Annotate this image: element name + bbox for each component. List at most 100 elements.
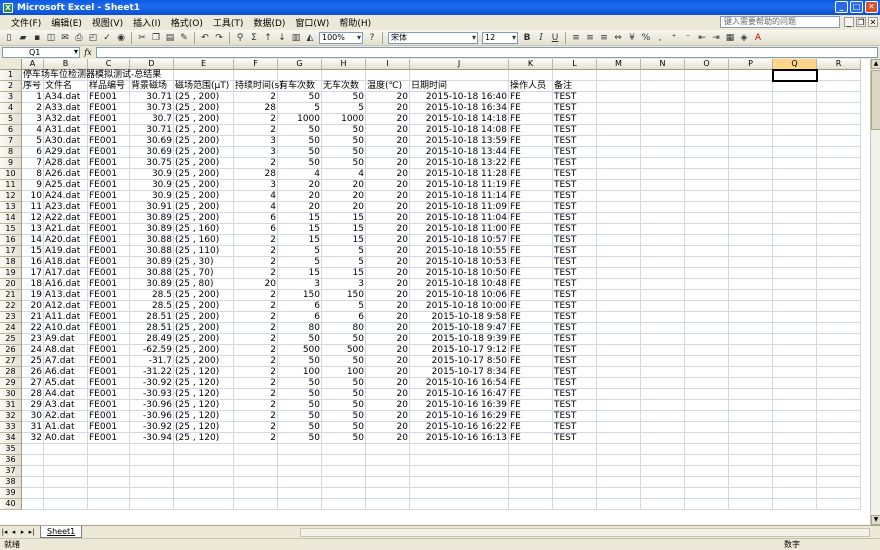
cell-l17[interactable]: TEST — [553, 246, 597, 257]
cell-n36[interactable] — [641, 455, 685, 466]
cell-i39[interactable] — [366, 488, 410, 499]
row-header[interactable]: 12 — [0, 191, 22, 202]
cell-r39[interactable] — [817, 488, 861, 499]
cell-i24[interactable]: 20 — [366, 323, 410, 334]
cell-l20[interactable]: TEST — [553, 279, 597, 290]
cell-e20[interactable]: (25 , 80) — [174, 279, 234, 290]
column-header-m[interactable]: M — [597, 59, 641, 70]
cell-j10[interactable]: 2015-10-18 11:28 — [410, 169, 509, 180]
cell-e22[interactable]: (25 , 200) — [174, 301, 234, 312]
cell-c15[interactable]: FE001 — [88, 224, 130, 235]
cell-c40[interactable] — [88, 499, 130, 510]
cell-f31[interactable]: 2 — [234, 400, 278, 411]
cell-j29[interactable]: 2015-10-16 16:54 — [410, 378, 509, 389]
cell-c16[interactable]: FE001 — [88, 235, 130, 246]
cell-q24[interactable] — [773, 323, 817, 334]
cell-k24[interactable]: FE — [509, 323, 553, 334]
column-header-f[interactable]: F — [234, 59, 278, 70]
cell-g2[interactable]: 有车次数 — [278, 81, 322, 92]
cell-a34[interactable]: 32 — [22, 433, 44, 444]
cell-l11[interactable]: TEST — [553, 180, 597, 191]
cell-p8[interactable] — [729, 147, 773, 158]
cell-k5[interactable]: FE — [509, 114, 553, 125]
cell-l27[interactable]: TEST — [553, 356, 597, 367]
cell-b39[interactable] — [44, 488, 88, 499]
cell-p10[interactable] — [729, 169, 773, 180]
column-header-j[interactable]: J — [410, 59, 509, 70]
cell-g21[interactable]: 150 — [278, 290, 322, 301]
cell-k1[interactable] — [509, 70, 553, 81]
row-header[interactable]: 11 — [0, 180, 22, 191]
cell-b17[interactable]: A19.dat — [44, 246, 88, 257]
cell-b11[interactable]: A25.dat — [44, 180, 88, 191]
cell-k12[interactable]: FE — [509, 191, 553, 202]
cell-p38[interactable] — [729, 477, 773, 488]
cell-o16[interactable] — [685, 235, 729, 246]
cell-e8[interactable]: (25 , 200) — [174, 147, 234, 158]
cell-e13[interactable]: (25 , 200) — [174, 202, 234, 213]
fill-color-icon[interactable]: ◈ — [738, 32, 750, 44]
row-header[interactable]: 2 — [0, 81, 22, 92]
cell-f19[interactable]: 2 — [234, 268, 278, 279]
cell-p30[interactable] — [729, 389, 773, 400]
cell-h22[interactable]: 5 — [322, 301, 366, 312]
cell-i6[interactable]: 20 — [366, 125, 410, 136]
row-header[interactable]: 36 — [0, 455, 22, 466]
cell-n11[interactable] — [641, 180, 685, 191]
cell-e1[interactable] — [174, 70, 234, 81]
cell-p25[interactable] — [729, 334, 773, 345]
cell-a38[interactable] — [22, 477, 44, 488]
cell-c26[interactable]: FE001 — [88, 345, 130, 356]
cell-e37[interactable] — [174, 466, 234, 477]
row-header[interactable]: 40 — [0, 499, 22, 510]
cell-d15[interactable]: 30.89 — [130, 224, 174, 235]
cell-q2[interactable] — [773, 81, 817, 92]
menu-help[interactable]: 帮助(H) — [334, 16, 376, 29]
cell-n26[interactable] — [641, 345, 685, 356]
cell-d31[interactable]: -30.96 — [130, 400, 174, 411]
cell-e26[interactable]: (25 , 200) — [174, 345, 234, 356]
cell-d37[interactable] — [130, 466, 174, 477]
cell-k20[interactable]: FE — [509, 279, 553, 290]
row-header[interactable]: 31 — [0, 400, 22, 411]
cell-a15[interactable]: 13 — [22, 224, 44, 235]
cell-h1[interactable] — [322, 70, 366, 81]
cell-o20[interactable] — [685, 279, 729, 290]
cell-l40[interactable] — [553, 499, 597, 510]
cell-f14[interactable]: 6 — [234, 213, 278, 224]
cell-k7[interactable]: FE — [509, 136, 553, 147]
cell-h38[interactable] — [322, 477, 366, 488]
cell-o40[interactable] — [685, 499, 729, 510]
cell-k6[interactable]: FE — [509, 125, 553, 136]
row-header[interactable]: 24 — [0, 323, 22, 334]
cell-e7[interactable]: (25 , 200) — [174, 136, 234, 147]
cell-p32[interactable] — [729, 411, 773, 422]
cell-r4[interactable] — [817, 103, 861, 114]
cell-a28[interactable]: 26 — [22, 367, 44, 378]
row-header[interactable]: 34 — [0, 433, 22, 444]
cell-r1[interactable] — [817, 70, 861, 81]
cell-l10[interactable]: TEST — [553, 169, 597, 180]
cell-p23[interactable] — [729, 312, 773, 323]
cell-r5[interactable] — [817, 114, 861, 125]
cell-r18[interactable] — [817, 257, 861, 268]
cell-m31[interactable] — [597, 400, 641, 411]
row-header[interactable]: 19 — [0, 268, 22, 279]
cell-g9[interactable]: 50 — [278, 158, 322, 169]
cell-l28[interactable]: TEST — [553, 367, 597, 378]
cell-n34[interactable] — [641, 433, 685, 444]
cell-o36[interactable] — [685, 455, 729, 466]
cell-f30[interactable]: 2 — [234, 389, 278, 400]
align-center-icon[interactable]: ≡ — [584, 32, 596, 44]
cell-p27[interactable] — [729, 356, 773, 367]
cell-a39[interactable] — [22, 488, 44, 499]
cell-q1[interactable] — [772, 69, 818, 82]
cell-i29[interactable]: 20 — [366, 378, 410, 389]
cell-b19[interactable]: A17.dat — [44, 268, 88, 279]
cell-h30[interactable]: 50 — [322, 389, 366, 400]
cell-p12[interactable] — [729, 191, 773, 202]
cell-g12[interactable]: 20 — [278, 191, 322, 202]
cell-o35[interactable] — [685, 444, 729, 455]
cell-p11[interactable] — [729, 180, 773, 191]
cell-j7[interactable]: 2015-10-18 13:59 — [410, 136, 509, 147]
